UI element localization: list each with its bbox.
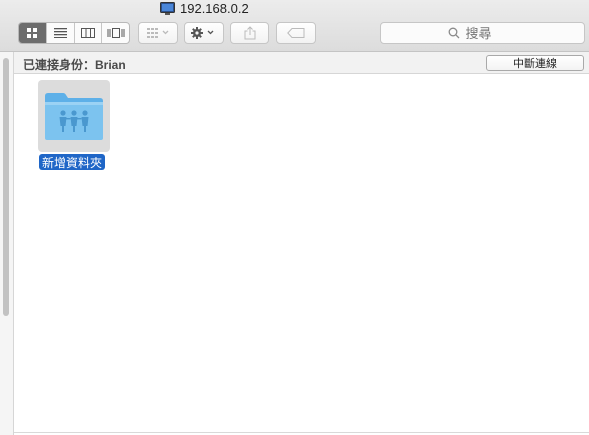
tag-icon — [287, 28, 305, 38]
shared-folder-label[interactable]: 新增資料夾 — [39, 154, 106, 170]
arrange-button[interactable] — [138, 22, 178, 44]
search-field[interactable] — [380, 22, 585, 44]
column-view-button[interactable] — [75, 23, 103, 43]
cover-flow-view-button[interactable] — [102, 23, 129, 43]
share-icon — [244, 26, 255, 40]
share-button[interactable] — [230, 22, 269, 44]
action-button[interactable] — [184, 22, 224, 44]
bottom-divider — [14, 432, 589, 433]
window-title-text: 192.168.0.2 — [180, 1, 249, 16]
connection-bar: 已連接身份：Brian 中斷連線 — [14, 52, 589, 74]
icon-view-button[interactable] — [19, 23, 47, 43]
columns-icon — [80, 28, 95, 38]
shared-folder-item[interactable] — [38, 80, 110, 152]
connected-as-label: 已連接身份：Brian — [23, 58, 126, 72]
cover-flow-icon — [107, 28, 125, 38]
view-mode-control[interactable] — [18, 22, 130, 44]
gear-icon — [191, 27, 214, 39]
list-view-button[interactable] — [47, 23, 75, 43]
sidebar — [0, 52, 14, 435]
search-icon — [448, 27, 459, 39]
list-icon — [53, 28, 67, 38]
arrange-grid-icon — [147, 28, 169, 38]
network-computer-icon — [160, 1, 175, 15]
tag-button[interactable] — [276, 22, 316, 44]
search-input[interactable] — [463, 24, 518, 42]
grid-icon — [27, 28, 38, 38]
toolbar: 192.168.0.2 — [0, 0, 589, 52]
sidebar-scrollbar[interactable] — [3, 58, 9, 316]
shared-folder-icon — [45, 93, 103, 140]
disconnect-button[interactable]: 中斷連線 — [486, 55, 584, 71]
window-title: 192.168.0.2 — [160, 0, 249, 17]
